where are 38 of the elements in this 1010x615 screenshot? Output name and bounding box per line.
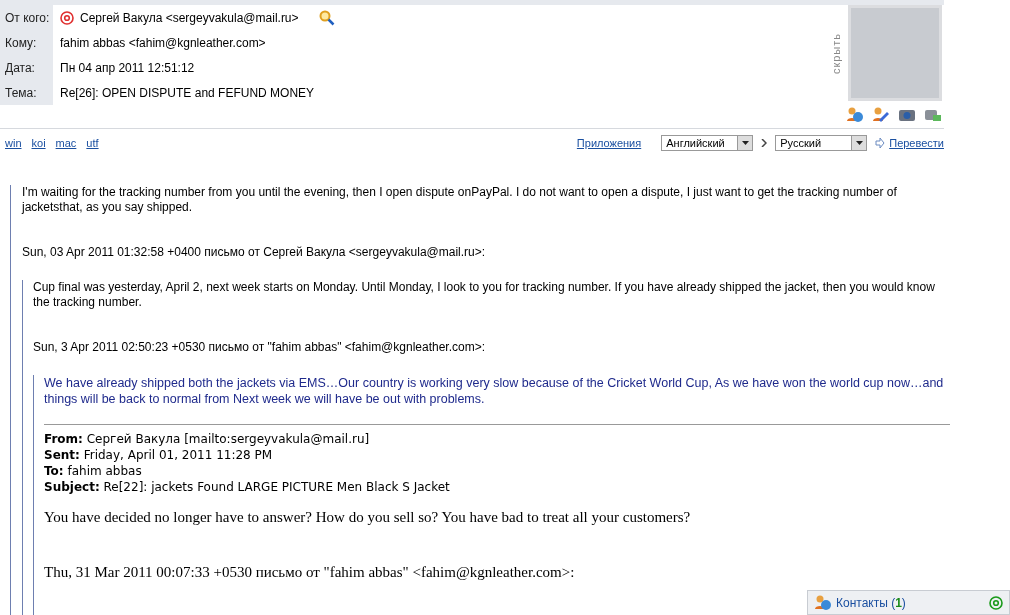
forwarded-header-line: Sent: Friday, April 01, 2011 11:28 PM bbox=[44, 447, 274, 463]
contacts-icon[interactable] bbox=[846, 106, 864, 124]
translate-link[interactable]: Перевести bbox=[889, 137, 944, 149]
quote-header: Thu, 31 Mar 2011 00:07:33 +0530 письмо от "fahim abbas" <fahim@kgnleather.com>: bbox=[44, 564, 576, 581]
caret-icon bbox=[855, 141, 863, 145]
message-text: I'm waiting for the tracking number from you until the evening, then I open dispute onPayPal. I do not want to open a dispute, I just want to get the tracking number of jacketsthat, as you say shipped. bbox=[22, 185, 898, 215]
caret-icon bbox=[741, 141, 749, 145]
forwarded-header-line: Subject: Re[22]: jackets Found LARGE PICTURE Men Black S Jacket bbox=[44, 479, 451, 495]
encoding-link[interactable]: utf bbox=[86, 137, 99, 149]
forwarded-header-line: To: fahim abbas bbox=[44, 463, 143, 479]
arrow-right-icon bbox=[875, 138, 886, 148]
quote-header: Sun, 3 Apr 2011 02:50:23 +0530 письмо от "fahim abbas" <fahim@kgnleather.com>: bbox=[33, 340, 487, 355]
target-language-select[interactable]: Русский bbox=[775, 135, 868, 151]
field-value: Сергей Вакула <sergeyvakula@mail.ru> bbox=[80, 10, 299, 25]
field-value: Пн 04 апр 2011 12:51:12 bbox=[60, 60, 195, 75]
field-label: Кому: bbox=[0, 30, 53, 55]
message-text: You have decided no longer have to answer? How do you sell so? You have bad to treat all your customers? bbox=[44, 509, 692, 526]
quote-header: Sun, 03 Apr 2011 01:32:58 +0400 письмо от Сергей Вакула <sergeyvakula@mail.ru>: bbox=[22, 245, 487, 260]
field-label: Тема: bbox=[0, 80, 53, 105]
field-value: Re[26]: OPEN DISPUTE and FEFUND MONEY bbox=[60, 85, 315, 100]
contacts-bar[interactable]: Контакты (1) bbox=[807, 590, 1010, 615]
search-icon[interactable] bbox=[318, 9, 335, 26]
encoding-link[interactable]: win bbox=[5, 137, 22, 149]
source-language-select[interactable]: Английский bbox=[661, 135, 754, 151]
hide-link[interactable]: скрыть bbox=[830, 33, 842, 75]
chevron-right-icon bbox=[761, 139, 768, 147]
edit-contact-icon[interactable] bbox=[872, 106, 890, 124]
field-value: fahim abbas <fahim@kgnleather.com> bbox=[60, 35, 266, 50]
message-text: Cup final was yesterday, April 2, next week starts on Monday. Until Monday, I look to you for tracking number. If you have already shipped the jacket, then you would know the tracking number. bbox=[33, 280, 936, 310]
field-label: Дата: bbox=[0, 55, 53, 80]
field-label: От кого: bbox=[0, 5, 53, 30]
attachments-link[interactable]: Приложения bbox=[576, 137, 642, 149]
contacts-icon[interactable] bbox=[814, 593, 832, 612]
message-text: We have already shipped both the jackets via EMS…Our country is working very slow because of the Cricket World Cup, As we have won the world cup now…and things will be back to normal from Next week we will have be out with problems. bbox=[44, 375, 945, 407]
forwarded-header-line: From: Сергей Вакула [mailto:sergeyvakula@mail.ru] bbox=[44, 431, 371, 447]
contacts-label[interactable]: Контакты (1) bbox=[836, 595, 906, 610]
encoding-link[interactable]: mac bbox=[55, 137, 77, 149]
encoding-link[interactable]: koi bbox=[31, 137, 46, 149]
